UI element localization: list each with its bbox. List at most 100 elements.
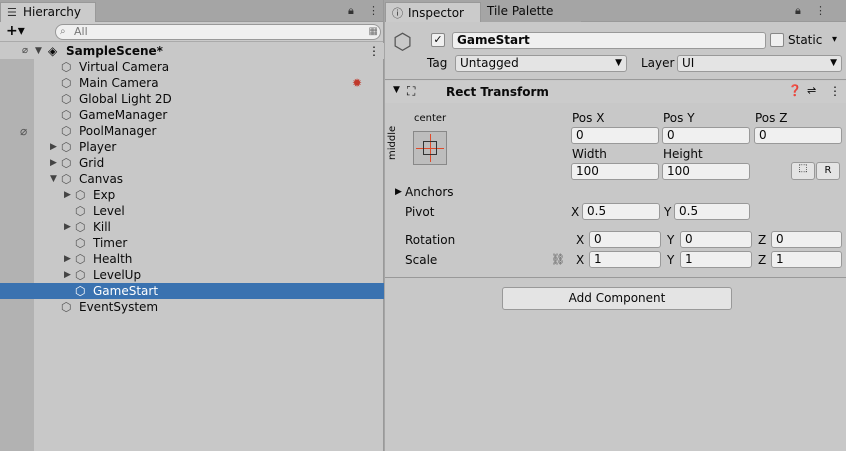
lock-icon[interactable]: 🔒︎ [795, 4, 801, 18]
tab-inspector-label: Inspector [408, 6, 464, 20]
hierarchy-item-label: EventSystem [79, 300, 159, 314]
hierarchy-item-label: Level [93, 204, 125, 218]
inspector-panel: ⓘ Inspector Tile Palette 🔒︎ ⋮ ⬡ ✓ GameSta… [385, 0, 846, 451]
presets-icon[interactable]: ⇌ [807, 84, 816, 97]
gameobject-cube-icon: ⬡ [61, 172, 72, 186]
scene-menu-icon[interactable]: ⋮ [368, 43, 380, 59]
hierarchy-item[interactable]: ▶ ⬡ Player [0, 139, 384, 155]
search-input[interactable]: ⌕ All ▦ [55, 24, 381, 40]
filter-icon[interactable]: ▦ [369, 25, 378, 39]
chevron-right-icon[interactable]: ▶ [64, 251, 71, 267]
rotation-y-field[interactable]: 0 [680, 231, 752, 248]
chevron-down-icon[interactable]: ▼ [35, 43, 42, 59]
search-icon: ⌕ [60, 26, 66, 37]
chevron-down-icon[interactable]: ▼ [393, 85, 400, 95]
gameobject-cube-icon: ⬡ [61, 300, 72, 314]
pivot-x-label: X [571, 205, 580, 219]
chevron-right-icon[interactable]: ▶ [50, 139, 57, 155]
pivot-x-field[interactable]: 0.5 [582, 203, 660, 220]
hierarchy-item-label: Global Light 2D [79, 92, 172, 106]
width-field[interactable]: 100 [571, 163, 659, 180]
layer-label: Layer [641, 56, 675, 70]
posy-field[interactable]: 0 [662, 127, 750, 144]
hierarchy-item[interactable]: ▼ ⬡ Canvas [0, 171, 384, 187]
static-checkbox[interactable] [770, 33, 784, 47]
add-component-button[interactable]: Add Component [502, 287, 732, 310]
object-name-field[interactable]: GameStart [452, 32, 766, 49]
hierarchy-item[interactable]: ⬡ PoolManager ⌀ [0, 123, 384, 139]
hierarchy-item[interactable]: ⬡ Level [0, 203, 384, 219]
hierarchy-item-label: PoolManager [79, 124, 157, 138]
rect-transform-header[interactable]: ▼ ⛶ Rect Transform ❓ ⇌ ⋮ [385, 81, 846, 103]
blueprint-mode-button[interactable]: ⬚ [791, 162, 815, 180]
rotation-label: Rotation [405, 233, 456, 247]
more-menu-icon[interactable]: ⋮ [815, 4, 826, 17]
height-field[interactable]: 100 [662, 163, 750, 180]
scale-z-field[interactable]: 1 [771, 251, 842, 268]
anchor-presets-button[interactable] [413, 131, 447, 165]
hierarchy-item-label: GameStart [93, 284, 159, 298]
gameobject-cube-icon: ⬡ [61, 60, 72, 74]
hierarchy-item[interactable]: ⬡ GameManager [0, 107, 384, 123]
hierarchy-item[interactable]: ▶ ⬡ Health [0, 251, 384, 267]
anchors-foldout[interactable]: Anchors [405, 185, 454, 199]
layer-dropdown[interactable]: UI ▼ [677, 55, 842, 72]
add-object-button[interactable]: +▾ [6, 23, 25, 39]
active-checkbox[interactable]: ✓ [431, 33, 445, 47]
hierarchy-item[interactable]: ⬡ Main Camera ✹ [0, 75, 384, 91]
tab-tile-palette-label: Tile Palette [487, 4, 554, 18]
posx-field[interactable]: 0 [571, 127, 659, 144]
pivot-y-field[interactable]: 0.5 [674, 203, 750, 220]
chevron-right-icon[interactable]: ▶ [50, 155, 57, 171]
hierarchy-item[interactable]: ⬡ Virtual Camera [0, 59, 384, 75]
scale-y-field[interactable]: 1 [680, 251, 752, 268]
hierarchy-item-label: Player [79, 140, 117, 154]
component-menu-icon[interactable]: ⋮ [829, 84, 841, 98]
divider [385, 277, 846, 278]
more-menu-icon[interactable]: ⋮ [368, 4, 379, 17]
hierarchy-item-label: Health [93, 252, 133, 266]
hierarchy-item[interactable]: ▶ ⬡ Grid [0, 155, 384, 171]
hierarchy-tabbar: ☰ Hierarchy 🔒︎ ⋮ [0, 0, 383, 22]
hierarchy-item[interactable]: ⬡ GameStart [0, 283, 384, 299]
scale-x-field[interactable]: 1 [589, 251, 661, 268]
chevron-right-icon[interactable]: ▶ [64, 187, 71, 203]
lock-icon[interactable]: 🔒︎ [348, 4, 354, 18]
rotation-z-field[interactable]: 0 [771, 231, 842, 248]
rect-transform-icon: ⛶ [407, 84, 416, 98]
raw-edit-button[interactable]: R [816, 162, 840, 180]
chevron-right-icon[interactable]: ▶ [395, 187, 402, 197]
tab-hierarchy[interactable]: ☰ Hierarchy [0, 2, 96, 22]
static-dropdown-icon[interactable]: ▾ [832, 34, 837, 45]
chevron-right-icon[interactable]: ▶ [64, 219, 71, 235]
hierarchy-item[interactable]: ▶ ⬡ Kill [0, 219, 384, 235]
eye-hidden-icon[interactable]: ⌀ [22, 43, 28, 59]
gameobject-cube-icon: ⬡ [75, 252, 86, 266]
height-label: Height [663, 147, 703, 161]
constrain-proportions-icon[interactable]: ⛓ [551, 253, 565, 266]
chevron-down-icon: ▼ [830, 58, 837, 68]
eye-hidden-icon[interactable]: ⌀ [20, 123, 27, 139]
pivot-label: Pivot [405, 205, 435, 219]
tab-inspector[interactable]: ⓘ Inspector [385, 2, 481, 22]
rotation-x-field[interactable]: 0 [589, 231, 661, 248]
gameobject-cube-icon: ⬡ [75, 236, 86, 250]
tab-tile-palette[interactable]: Tile Palette [481, 2, 581, 22]
posz-field[interactable]: 0 [754, 127, 842, 144]
hierarchy-item[interactable]: ⬡ EventSystem [0, 299, 384, 315]
hierarchy-item[interactable]: ⬡ Timer [0, 235, 384, 251]
chevron-right-icon[interactable]: ▶ [64, 267, 71, 283]
hierarchy-item[interactable]: ▶ ⬡ LevelUp [0, 267, 384, 283]
chevron-down-icon: ▼ [615, 58, 622, 68]
anchor-horizontal-label: center [414, 113, 447, 124]
tag-dropdown[interactable]: Untagged ▼ [455, 55, 627, 72]
hierarchy-item[interactable]: ▶ ⬡ Exp [0, 187, 384, 203]
hierarchy-item[interactable]: ⬡ Global Light 2D [0, 91, 384, 107]
gameobject-cube-icon: ⬡ [75, 220, 86, 234]
scene-row[interactable]: ⌀ ▼ ◈ SampleScene* ⋮ [0, 43, 384, 59]
static-label: Static [788, 33, 823, 47]
help-icon[interactable]: ❓ [788, 84, 802, 97]
gameobject-cube-icon: ⬡ [61, 76, 72, 90]
chevron-down-icon[interactable]: ▼ [50, 171, 57, 187]
search-placeholder: All [74, 25, 88, 38]
